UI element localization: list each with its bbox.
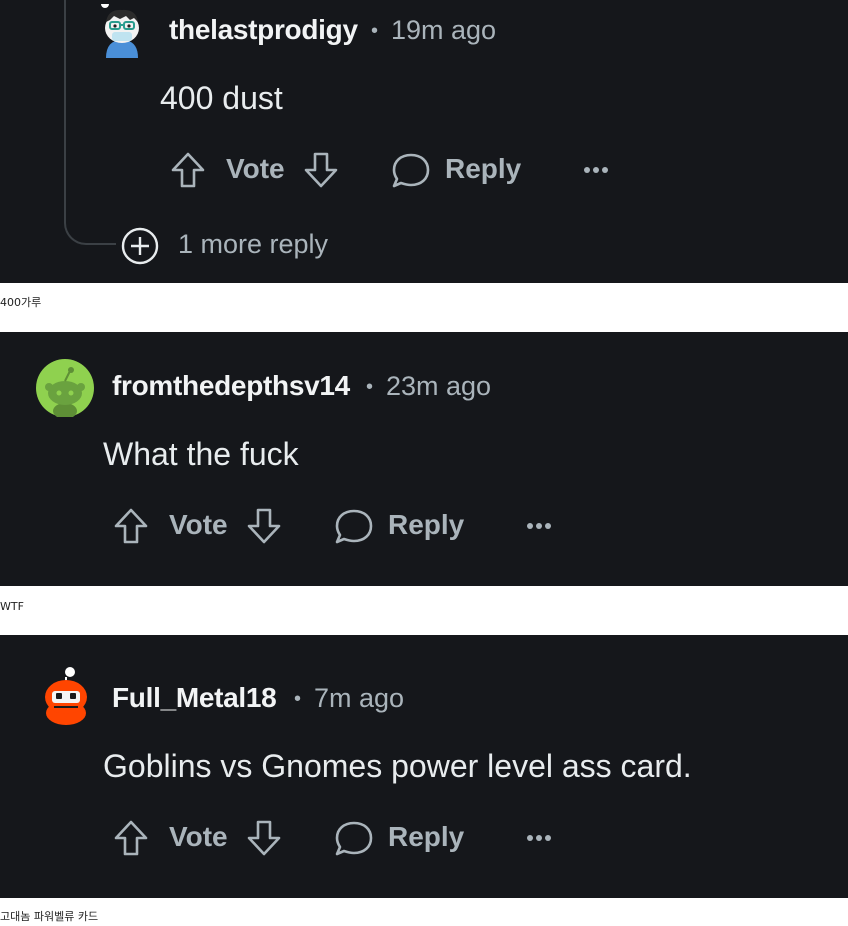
- comment-panel-1: thelastprodigy • 19m ago 400 dust Vote R…: [0, 0, 848, 283]
- meta-separator: •: [371, 20, 379, 42]
- caption-3: 고대놈 파워벨류 카드: [0, 910, 99, 923]
- user-avatar[interactable]: [40, 665, 92, 725]
- upvote-icon[interactable]: [170, 151, 206, 189]
- reply-button[interactable]: Reply: [388, 509, 464, 541]
- more-options-icon[interactable]: [526, 518, 552, 534]
- timestamp[interactable]: 19m ago: [391, 15, 496, 46]
- more-options-icon[interactable]: [526, 830, 552, 846]
- vote-label: Vote: [169, 821, 228, 852]
- more-replies-link[interactable]: 1 more reply: [178, 229, 328, 260]
- meta-separator: •: [294, 688, 302, 710]
- comment-body: Goblins vs Gnomes power level ass card.: [103, 748, 692, 784]
- upvote-icon[interactable]: [113, 819, 149, 857]
- username[interactable]: Full_Metal18: [112, 682, 277, 714]
- reply-button[interactable]: Reply: [445, 153, 521, 185]
- comment-body: 400 dust: [160, 80, 283, 116]
- caption-1: 400가루: [0, 296, 42, 309]
- vote-label: Vote: [169, 509, 228, 540]
- reply-bubble-icon[interactable]: [334, 507, 374, 545]
- meta-separator: •: [366, 376, 374, 398]
- timestamp[interactable]: 7m ago: [314, 683, 404, 714]
- user-avatar[interactable]: [36, 359, 94, 419]
- timestamp[interactable]: 23m ago: [386, 371, 491, 402]
- downvote-icon[interactable]: [246, 819, 282, 857]
- downvote-icon[interactable]: [303, 151, 339, 189]
- thread-line: [64, 0, 66, 212]
- upvote-icon[interactable]: [113, 507, 149, 545]
- reply-bubble-icon[interactable]: [334, 819, 374, 857]
- comment-body: What the fuck: [103, 436, 299, 472]
- username[interactable]: thelastprodigy: [169, 14, 358, 46]
- reply-button[interactable]: Reply: [388, 821, 464, 853]
- expand-plus-icon[interactable]: [121, 227, 159, 265]
- caption-2: WTF: [0, 600, 24, 613]
- user-avatar[interactable]: [96, 0, 148, 58]
- reply-bubble-icon[interactable]: [391, 151, 431, 189]
- comment-panel-3: Full_Metal18 • 7m ago Goblins vs Gnomes …: [0, 635, 848, 898]
- username[interactable]: fromthedepthsv14: [112, 370, 350, 402]
- downvote-icon[interactable]: [246, 507, 282, 545]
- more-options-icon[interactable]: [583, 162, 609, 178]
- comment-panel-2: fromthedepthsv14 • 23m ago What the fuck…: [0, 332, 848, 586]
- vote-label: Vote: [226, 153, 285, 184]
- thread-connector: [64, 205, 116, 245]
